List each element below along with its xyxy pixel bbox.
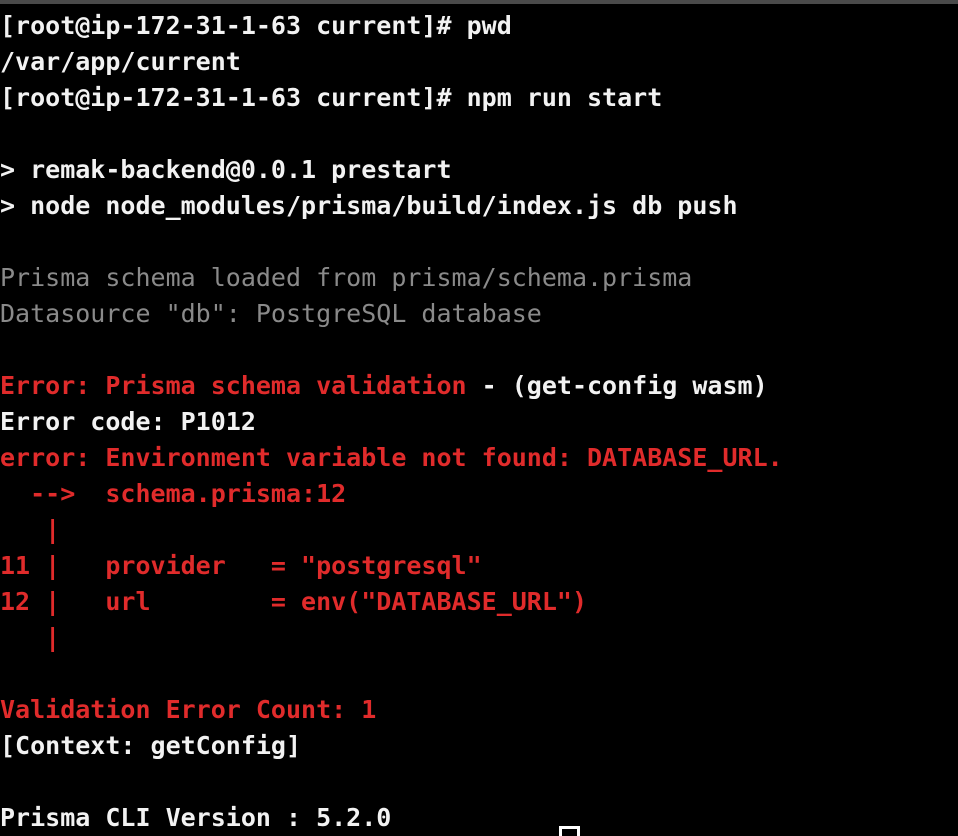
- code-frame-gutter-bottom: |: [0, 620, 958, 656]
- shell-prompt-pwd-segment: [root@ip-172-31-1-63 current]# pwd: [0, 11, 512, 40]
- code-frame-line-11: 11 | provider = "postgresql": [0, 548, 958, 584]
- npm-script-command-prestart-segment: > node node_modules/prisma/build/index.j…: [0, 191, 738, 220]
- terminal-window[interactable]: [root@ip-172-31-1-63 current]# pwd/var/a…: [0, 0, 958, 836]
- prisma-schema-loaded-message-segment: Prisma schema loaded from prisma/schema.…: [0, 263, 693, 292]
- block-cursor: [559, 826, 580, 836]
- pwd-output: /var/app/current: [0, 44, 958, 80]
- code-frame-line-11-segment: 11 | provider = "postgresql": [0, 551, 482, 580]
- pwd-output-segment: /var/app/current: [0, 47, 241, 76]
- error-location-pointer: --> schema.prisma:12: [0, 476, 958, 512]
- error-detail-env-var-not-found-segment: error: Environment variable not found: D…: [0, 443, 783, 472]
- terminal-output-area[interactable]: [root@ip-172-31-1-63 current]# pwd/var/a…: [0, 4, 958, 836]
- prisma-cli-version: Prisma CLI Version : 5.2.0: [0, 800, 958, 836]
- npm-script-command-prestart: > node node_modules/prisma/build/index.j…: [0, 188, 958, 224]
- npm-script-header-prestart: > remak-backend@0.0.1 prestart: [0, 152, 958, 188]
- error-code-line: Error code: P1012: [0, 404, 958, 440]
- code-frame-gutter-top: |: [0, 512, 958, 548]
- validation-error-count: Validation Error Count: 1: [0, 692, 958, 728]
- context-line: [Context: getConfig]: [0, 728, 958, 764]
- error-detail-env-var-not-found: error: Environment variable not found: D…: [0, 440, 958, 476]
- code-frame-line-12-segment: 12 | url = env("DATABASE_URL"): [0, 587, 587, 616]
- shell-prompt-npm-run-start-segment: [root@ip-172-31-1-63 current]# npm run s…: [0, 83, 663, 112]
- code-frame-gutter-bottom-segment: |: [0, 623, 61, 652]
- error-headline-schema-validation-segment: Error: Prisma schema validation: [0, 371, 467, 400]
- code-frame-gutter-top-segment: |: [0, 515, 61, 544]
- prisma-schema-loaded-message: Prisma schema loaded from prisma/schema.…: [0, 260, 958, 296]
- prisma-cli-version-segment: Prisma CLI Version : 5.2.0: [0, 803, 392, 832]
- error-code-line-segment: Error code: P1012: [0, 407, 256, 436]
- error-location-pointer-segment: --> schema.prisma:12: [0, 479, 347, 508]
- context-line-segment: [Context: getConfig]: [0, 731, 302, 760]
- shell-prompt-pwd: [root@ip-172-31-1-63 current]# pwd: [0, 8, 958, 44]
- error-headline-schema-validation: Error: Prisma schema validation - (get-c…: [0, 368, 958, 404]
- npm-script-header-prestart-segment: > remak-backend@0.0.1 prestart: [0, 155, 452, 184]
- validation-error-count-segment: Validation Error Count: 1: [0, 695, 377, 724]
- datasource-message-segment: Datasource "db": PostgreSQL database: [0, 299, 542, 328]
- error-headline-schema-validation-segment: - (get-config wasm): [466, 371, 768, 400]
- datasource-message: Datasource "db": PostgreSQL database: [0, 296, 958, 332]
- code-frame-line-12: 12 | url = env("DATABASE_URL"): [0, 584, 958, 620]
- shell-prompt-npm-run-start: [root@ip-172-31-1-63 current]# npm run s…: [0, 80, 958, 116]
